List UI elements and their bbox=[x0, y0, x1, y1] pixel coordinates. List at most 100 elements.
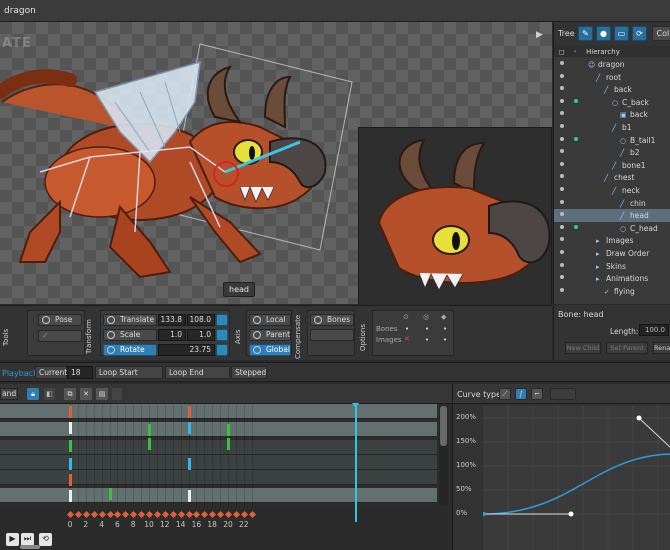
frame-tick-icon[interactable] bbox=[138, 510, 146, 519]
visibility-dot-icon[interactable] bbox=[560, 111, 564, 116]
visibility-dot-icon[interactable] bbox=[560, 86, 564, 91]
tree-item-skins[interactable]: ▸ Skins bbox=[554, 260, 670, 273]
tree-item-back[interactable]: ▣ back bbox=[554, 108, 670, 121]
tree-item-chin[interactable]: ╱ chin bbox=[554, 197, 670, 210]
tree-item-bone1[interactable]: ╱ bone1 bbox=[554, 159, 670, 172]
keyframe-mark[interactable] bbox=[148, 438, 151, 450]
tree-item-b1[interactable]: ╱ b1 bbox=[554, 121, 670, 134]
scale-button[interactable]: Scale bbox=[103, 329, 157, 341]
visibility-dot-icon[interactable] bbox=[560, 161, 564, 166]
visibility-dot-icon[interactable] bbox=[560, 199, 564, 204]
keyframe-mark[interactable] bbox=[69, 490, 72, 502]
linear-curve-icon[interactable]: ⟋ bbox=[499, 388, 511, 400]
tree-item-root[interactable]: ╱ root bbox=[554, 71, 670, 84]
visibility-dot-icon[interactable] bbox=[560, 136, 564, 141]
delete-icon[interactable]: ✕ bbox=[80, 388, 92, 400]
frame-tick-icon[interactable] bbox=[153, 510, 161, 519]
tree-item-c-back[interactable]: ○ C_back bbox=[554, 96, 670, 109]
frame-tick-icon[interactable] bbox=[248, 510, 256, 519]
tree-tab[interactable]: Tree bbox=[558, 29, 575, 38]
tree-item-b2[interactable]: ╱ b2 bbox=[554, 146, 670, 159]
tree-item-draw-order[interactable]: ▸ Draw Order bbox=[554, 247, 670, 260]
tree-item-animations[interactable]: ▸ Animations bbox=[554, 272, 670, 285]
frame-tick-icon[interactable] bbox=[169, 510, 177, 519]
local-axis-button[interactable]: Local bbox=[249, 314, 291, 326]
bezier-curve-icon[interactable]: ∫ bbox=[515, 388, 527, 400]
pose-button[interactable]: Pose bbox=[38, 314, 82, 326]
keyframe-mark[interactable] bbox=[148, 424, 151, 436]
copy-icon[interactable]: ⧉ bbox=[64, 388, 76, 400]
frame-tick-icon[interactable] bbox=[145, 510, 154, 519]
bones-lock-toggle[interactable]: • bbox=[405, 325, 409, 333]
rename-button[interactable]: Rename bbox=[653, 342, 670, 354]
keyframe-mark[interactable] bbox=[69, 458, 72, 470]
visibility-dot-icon[interactable] bbox=[560, 224, 564, 229]
keyframe-mark[interactable] bbox=[69, 422, 72, 434]
keyframe-mark[interactable] bbox=[108, 488, 112, 500]
frame-tick-icon[interactable] bbox=[201, 510, 209, 519]
keyframe-mark[interactable] bbox=[69, 440, 72, 452]
frame-tick-icon[interactable] bbox=[209, 510, 217, 519]
images-lock-toggle[interactable]: ✕ bbox=[404, 335, 410, 343]
play-icon[interactable]: ▶ bbox=[6, 533, 19, 546]
images-select-toggle[interactable]: • bbox=[443, 336, 447, 344]
rotate-button[interactable]: Rotate bbox=[103, 344, 157, 356]
images-filter-icon[interactable]: ▭ bbox=[614, 26, 629, 41]
frame-tick-icon[interactable] bbox=[232, 510, 240, 519]
translate-x-field[interactable]: 133.8 bbox=[158, 314, 186, 326]
key-dot-icon[interactable] bbox=[574, 224, 578, 229]
frame-tick-icon[interactable] bbox=[66, 510, 75, 519]
frame-tick-icon[interactable] bbox=[185, 510, 193, 519]
dopesheet-scrollbar[interactable] bbox=[439, 406, 448, 506]
scrollbar-thumb[interactable] bbox=[440, 406, 447, 446]
loop-start-button[interactable]: Loop Start bbox=[95, 366, 163, 379]
frame-tick-icon[interactable] bbox=[98, 510, 106, 519]
translate-button[interactable]: Translate bbox=[103, 314, 157, 326]
keyframe-mark[interactable] bbox=[69, 406, 72, 418]
viewport[interactable]: ATE ▶ head bbox=[0, 22, 552, 304]
lock-key-icon[interactable]: 🔒︎ bbox=[27, 388, 39, 400]
timeline-row[interactable] bbox=[0, 440, 437, 455]
timeline-row[interactable] bbox=[0, 422, 437, 437]
frame-tick-icon[interactable] bbox=[122, 510, 130, 519]
timeline-row[interactable] bbox=[0, 488, 437, 503]
translate-y-field[interactable]: 108.0 bbox=[187, 314, 215, 326]
tree-item-c-head[interactable]: ○ C_head bbox=[554, 222, 670, 235]
loop-end-button[interactable]: Loop End bbox=[165, 366, 230, 379]
stepped-curve-icon[interactable]: ⌐ bbox=[531, 388, 543, 400]
visibility-dot-icon[interactable] bbox=[560, 187, 564, 191]
visibility-dot-icon[interactable] bbox=[560, 250, 564, 254]
frame-tick-icon[interactable] bbox=[217, 510, 225, 519]
scale-key-button[interactable] bbox=[216, 329, 228, 341]
keyframe-mark[interactable] bbox=[187, 490, 191, 502]
set-parent-button[interactable]: Set Parent bbox=[606, 342, 648, 354]
keyframe-mark[interactable] bbox=[187, 458, 191, 470]
bones-select-toggle[interactable]: • bbox=[443, 325, 447, 333]
playhead[interactable] bbox=[355, 404, 357, 522]
curve-graph[interactable] bbox=[483, 406, 670, 550]
tree-item-flying[interactable]: ✓ flying bbox=[554, 285, 670, 298]
tree-item-head[interactable]: ╱ head bbox=[554, 209, 670, 222]
collapse-button[interactable]: Coll bbox=[652, 26, 670, 41]
rotate-key-button[interactable] bbox=[216, 344, 228, 356]
frame-tick-icon[interactable] bbox=[82, 510, 90, 519]
visibility-dot-icon[interactable] bbox=[560, 212, 564, 217]
parent-axis-button[interactable]: Parent bbox=[249, 329, 291, 341]
curve-preset-button[interactable] bbox=[550, 388, 576, 400]
key-dot-icon[interactable] bbox=[574, 136, 578, 141]
visibility-dot-icon[interactable] bbox=[560, 98, 564, 103]
bones-filter-icon[interactable]: ✎ bbox=[578, 26, 593, 41]
rotate-field[interactable]: 23.75 bbox=[158, 344, 215, 356]
new-child-button[interactable]: New Child bbox=[565, 342, 601, 354]
tree-item-images[interactable]: ▸ Images bbox=[554, 234, 670, 247]
visibility-dot-icon[interactable] bbox=[560, 262, 564, 267]
visibility-dot-icon[interactable] bbox=[560, 174, 564, 179]
frame-tick-icon[interactable] bbox=[74, 510, 82, 519]
visibility-dot-icon[interactable] bbox=[560, 61, 564, 65]
scale-x-field[interactable]: 1.0 bbox=[158, 329, 186, 341]
tree-item-back[interactable]: ╱ back bbox=[554, 83, 670, 96]
compensate-bones-button[interactable]: Bones bbox=[310, 314, 354, 326]
frame-tick-icon[interactable] bbox=[114, 510, 122, 519]
stepped-button[interactable]: Stepped bbox=[231, 366, 267, 379]
frame-tick-icon[interactable] bbox=[240, 510, 248, 519]
